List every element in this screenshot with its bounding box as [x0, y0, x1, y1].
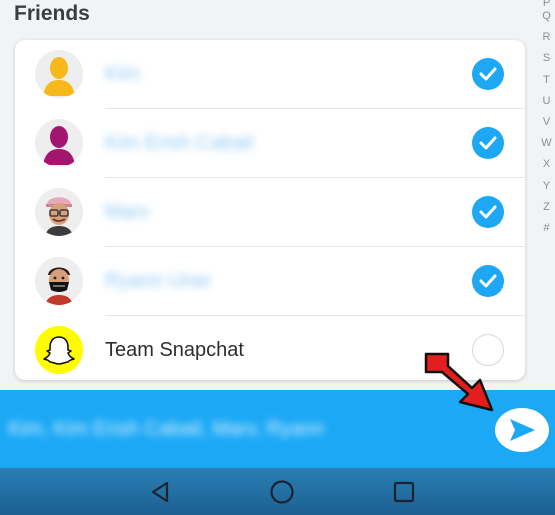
- alpha-letter[interactable]: U: [543, 91, 551, 112]
- alphabet-index[interactable]: P Q R S T U V W X Y Z #: [538, 0, 555, 239]
- home-nav-button[interactable]: [262, 468, 302, 515]
- snapchat-ghost-avatar: [35, 326, 83, 374]
- red-pointer-arrow-icon: [424, 352, 494, 412]
- checkmark-icon[interactable]: [472, 265, 504, 297]
- back-triangle-icon: [151, 481, 169, 502]
- magenta-silhouette-avatar: [35, 119, 83, 167]
- bitmoji-mask-avatar: [35, 257, 83, 305]
- alpha-letter[interactable]: T: [543, 70, 550, 91]
- section-title: Friends: [14, 2, 90, 25]
- recents-square-icon: [393, 481, 415, 502]
- alpha-letter[interactable]: Y: [543, 176, 550, 197]
- home-circle-icon: [270, 479, 294, 504]
- friend-name: Marv: [105, 200, 150, 223]
- friends-list: Kim Kim Erish Cabail Marv Ryann Uner Tea…: [15, 40, 525, 380]
- alpha-letter[interactable]: Q: [542, 6, 551, 27]
- friend-name: Kim Erish Cabail: [105, 131, 253, 154]
- android-nav-bar: [0, 468, 555, 515]
- alpha-letter[interactable]: V: [543, 112, 550, 133]
- checkmark-icon[interactable]: [472, 196, 504, 228]
- alpha-letter[interactable]: #: [543, 218, 549, 239]
- alpha-letter[interactable]: W: [541, 133, 551, 154]
- recents-nav-button[interactable]: [384, 468, 424, 515]
- friend-name: Kim: [105, 62, 140, 85]
- friend-row-ryann[interactable]: Ryann Uner: [15, 247, 525, 315]
- send-arrow-icon: [510, 419, 535, 441]
- friend-name: Team Snapchat: [105, 338, 244, 361]
- alpha-letter[interactable]: X: [543, 154, 550, 175]
- checkmark-icon[interactable]: [472, 127, 504, 159]
- back-nav-button[interactable]: [140, 468, 180, 515]
- friend-row-kim-erish[interactable]: Kim Erish Cabail: [15, 109, 525, 177]
- yellow-silhouette-avatar: [35, 50, 83, 98]
- send-button[interactable]: [495, 408, 549, 452]
- bitmoji-cap-glasses-avatar: [35, 188, 83, 236]
- alpha-letter[interactable]: Z: [543, 197, 550, 218]
- friend-row-kim[interactable]: Kim: [15, 40, 525, 108]
- send-to-screen: Friends P Q R S T U V W X Y Z # Kim Kim …: [0, 0, 555, 515]
- friend-name: Ryann Uner: [105, 269, 212, 292]
- alpha-letter[interactable]: R: [543, 27, 551, 48]
- selected-recipients: Kim, Kim Erish Cabail, Marv, Ryann: [8, 418, 325, 440]
- alpha-letter[interactable]: S: [543, 48, 550, 69]
- checkmark-icon[interactable]: [472, 58, 504, 90]
- friend-row-marv[interactable]: Marv: [15, 178, 525, 246]
